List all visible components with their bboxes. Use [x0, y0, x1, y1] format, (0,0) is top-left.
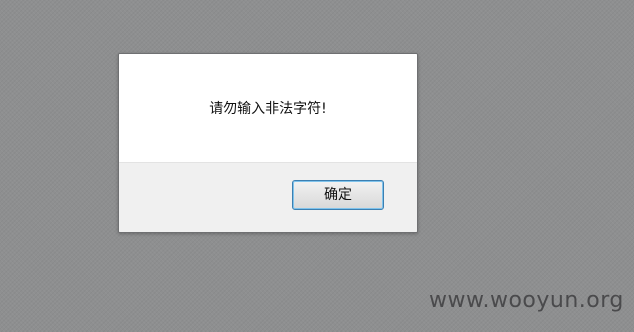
ok-button[interactable]: 确定	[292, 180, 384, 210]
alert-dialog: 请勿输入非法字符! 确定	[118, 53, 418, 233]
dialog-message: 请勿输入非法字符!	[209, 101, 327, 117]
watermark: www.wooyun.org	[429, 288, 624, 313]
dialog-footer: 确定	[119, 163, 417, 232]
dialog-body: 请勿输入非法字符!	[119, 54, 417, 163]
